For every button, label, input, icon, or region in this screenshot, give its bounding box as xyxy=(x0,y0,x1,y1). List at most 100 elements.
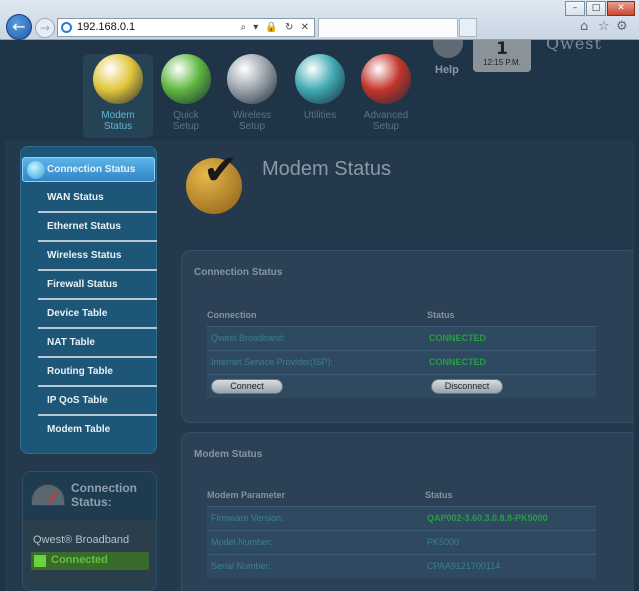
brand-logo: Qwest xyxy=(546,40,602,53)
sidebar-item-wireless-status[interactable]: Wireless Status xyxy=(21,242,158,271)
row-label: Firmware Version: xyxy=(211,513,284,523)
address-tools[interactable]: ⌕ ▾ 🔒 ↻ ✕ xyxy=(240,19,311,36)
maximize-button[interactable]: □ xyxy=(586,1,606,16)
close-window-button[interactable]: ✕ xyxy=(607,1,635,16)
sidebar-item-label: Modem Table xyxy=(47,424,111,435)
clock-time: 12:15 P.M. xyxy=(483,58,521,67)
sidebar-menu: Connection Status WAN Status Ethernet St… xyxy=(20,146,157,454)
nav-label-line1: Modem xyxy=(101,110,135,121)
browser-toolbar: – □ ✕ ← → 192.168.0.1 ⌕ ▾ 🔒 ↻ ✕ ⌂ ☆ ⚙ xyxy=(0,0,639,40)
help-icon[interactable] xyxy=(433,40,463,58)
nav-wireless-setup[interactable]: Wireless Setup xyxy=(217,54,287,132)
nav-label-line1: Quick xyxy=(173,110,199,121)
nav-label-line2: Status xyxy=(103,121,133,132)
sidebar-item-label: Wireless Status xyxy=(47,250,122,261)
sidebar-item-ip-qos-table[interactable]: IP QoS Table xyxy=(21,387,158,416)
table-row: Qwest Broadband: CONNECTED xyxy=(207,326,596,350)
gauge-icon xyxy=(31,484,65,506)
row-value: QAP002-3.60.3.0.8.8-PK5000 xyxy=(427,513,548,523)
row-status: CONNECTED xyxy=(429,333,487,343)
sidebar-item-connection-status[interactable]: Connection Status xyxy=(22,157,155,182)
panel-title: Modem Status xyxy=(194,449,263,460)
sidebar-item-nat-table[interactable]: NAT Table xyxy=(21,329,158,358)
sidebar-item-label: Routing Table xyxy=(47,366,113,377)
router-page: Modem Status Quick Setup Wireless Setup Uti… xyxy=(5,40,634,591)
page-title: Modem Status xyxy=(262,158,391,180)
forward-button[interactable]: → xyxy=(35,18,55,38)
sidebar-item-firewall-status[interactable]: Firewall Status xyxy=(21,271,158,300)
row-label: Qwest Broadband: xyxy=(211,333,286,343)
nav-label-line2: Setup xyxy=(172,121,200,132)
help-link[interactable]: Help xyxy=(435,64,459,76)
connect-button[interactable]: Connect xyxy=(211,379,283,394)
ie-logo-icon xyxy=(61,22,72,33)
clock-widget: 1 12:15 P.M. xyxy=(473,40,531,72)
modem-status-panel: Modem Status Modem Parameter Status Firm… xyxy=(181,432,634,591)
arrow-right-icon: → xyxy=(39,21,51,35)
star-icon[interactable]: ☆ xyxy=(598,19,610,34)
browser-tab[interactable] xyxy=(318,18,458,37)
column-header: Status xyxy=(427,310,455,320)
row-status: CONNECTED xyxy=(429,357,487,367)
sidebar-item-label: WAN Status xyxy=(47,192,104,203)
nav-label-line1: Utilities xyxy=(303,110,337,121)
back-button[interactable]: ← xyxy=(6,14,32,40)
column-header: Connection xyxy=(207,310,257,320)
address-bar[interactable]: 192.168.0.1 ⌕ ▾ 🔒 ↻ ✕ xyxy=(57,18,315,37)
widget-title-line2: Status: xyxy=(71,495,112,509)
new-tab-button[interactable] xyxy=(459,18,477,37)
widget-body: Qwest® Broadband Connected xyxy=(23,520,156,590)
connection-status-panel: Connection Status Connection Status Qwes… xyxy=(181,250,634,423)
nav-advanced-setup[interactable]: Advanced Setup xyxy=(351,54,421,132)
panel-title: Connection Status xyxy=(194,267,283,278)
arrow-left-icon: ← xyxy=(12,17,26,36)
widget-title-line1: Connection xyxy=(71,481,137,495)
connection-status-widget: Connection Status: Qwest® Broadband Conne… xyxy=(22,471,157,591)
gear-icon[interactable]: ⚙ xyxy=(616,19,628,34)
table-row: Serial Number: CPAA9121700114 xyxy=(207,554,596,578)
home-icon[interactable]: ⌂ xyxy=(580,19,588,34)
minimize-button[interactable]: – xyxy=(565,1,585,16)
column-header: Status xyxy=(425,490,453,500)
status-text: Connected xyxy=(51,554,108,566)
sidebar-item-wan-status[interactable]: WAN Status xyxy=(21,184,158,213)
status-indicator-icon xyxy=(34,555,46,567)
gauge-needle xyxy=(48,490,58,504)
row-label: Model Number: xyxy=(211,537,273,547)
row-label: Serial Number: xyxy=(211,561,272,571)
clock-number: 1 xyxy=(496,40,508,59)
checkmark-icon: ✔ xyxy=(203,145,239,194)
modem-status-orb-icon xyxy=(93,54,143,104)
table-row: Firmware Version: QAP002-3.60.3.0.8.8-PK… xyxy=(207,506,596,530)
table-row: Model Number: PK5000 xyxy=(207,530,596,554)
service-name: Qwest® Broadband xyxy=(33,534,130,546)
globe-icon xyxy=(27,161,45,179)
row-value: PK5000 xyxy=(427,537,460,547)
column-header: Modem Parameter xyxy=(207,490,286,500)
quick-setup-orb-icon xyxy=(161,54,211,104)
nav-label-line2: Setup xyxy=(238,121,266,132)
address-url: 192.168.0.1 xyxy=(77,21,136,33)
sidebar-item-ethernet-status[interactable]: Ethernet Status xyxy=(21,213,158,242)
row-label: Internet Service Provider(ISP): xyxy=(211,357,334,367)
sidebar-item-label: IP QoS Table xyxy=(47,395,108,406)
nav-quick-setup[interactable]: Quick Setup xyxy=(151,54,221,132)
nav-modem-status[interactable]: Modem Status xyxy=(83,54,153,138)
sidebar-item-modem-table[interactable]: Modem Table xyxy=(21,416,158,445)
disconnect-button[interactable]: Disconnect xyxy=(431,379,503,394)
nav-label-line1: Wireless xyxy=(232,110,272,121)
advanced-setup-orb-icon xyxy=(361,54,411,104)
sidebar-item-device-table[interactable]: Device Table xyxy=(21,300,158,329)
nav-label-line2: Setup xyxy=(372,121,400,132)
status-badge: Connected xyxy=(31,552,149,570)
nav-label-line1: Advanced xyxy=(363,110,409,121)
top-navigation: Modem Status Quick Setup Wireless Setup Uti… xyxy=(5,40,634,140)
sidebar-item-label: Device Table xyxy=(47,308,108,319)
sidebar-item-routing-table[interactable]: Routing Table xyxy=(21,358,158,387)
wireless-setup-orb-icon xyxy=(227,54,277,104)
button-row: Connect Disconnect xyxy=(207,374,596,398)
widget-title: Connection Status: xyxy=(71,481,137,509)
utilities-orb-icon xyxy=(295,54,345,104)
nav-utilities[interactable]: Utilities xyxy=(285,54,355,121)
sidebar-item-label: Connection Status xyxy=(47,164,136,175)
